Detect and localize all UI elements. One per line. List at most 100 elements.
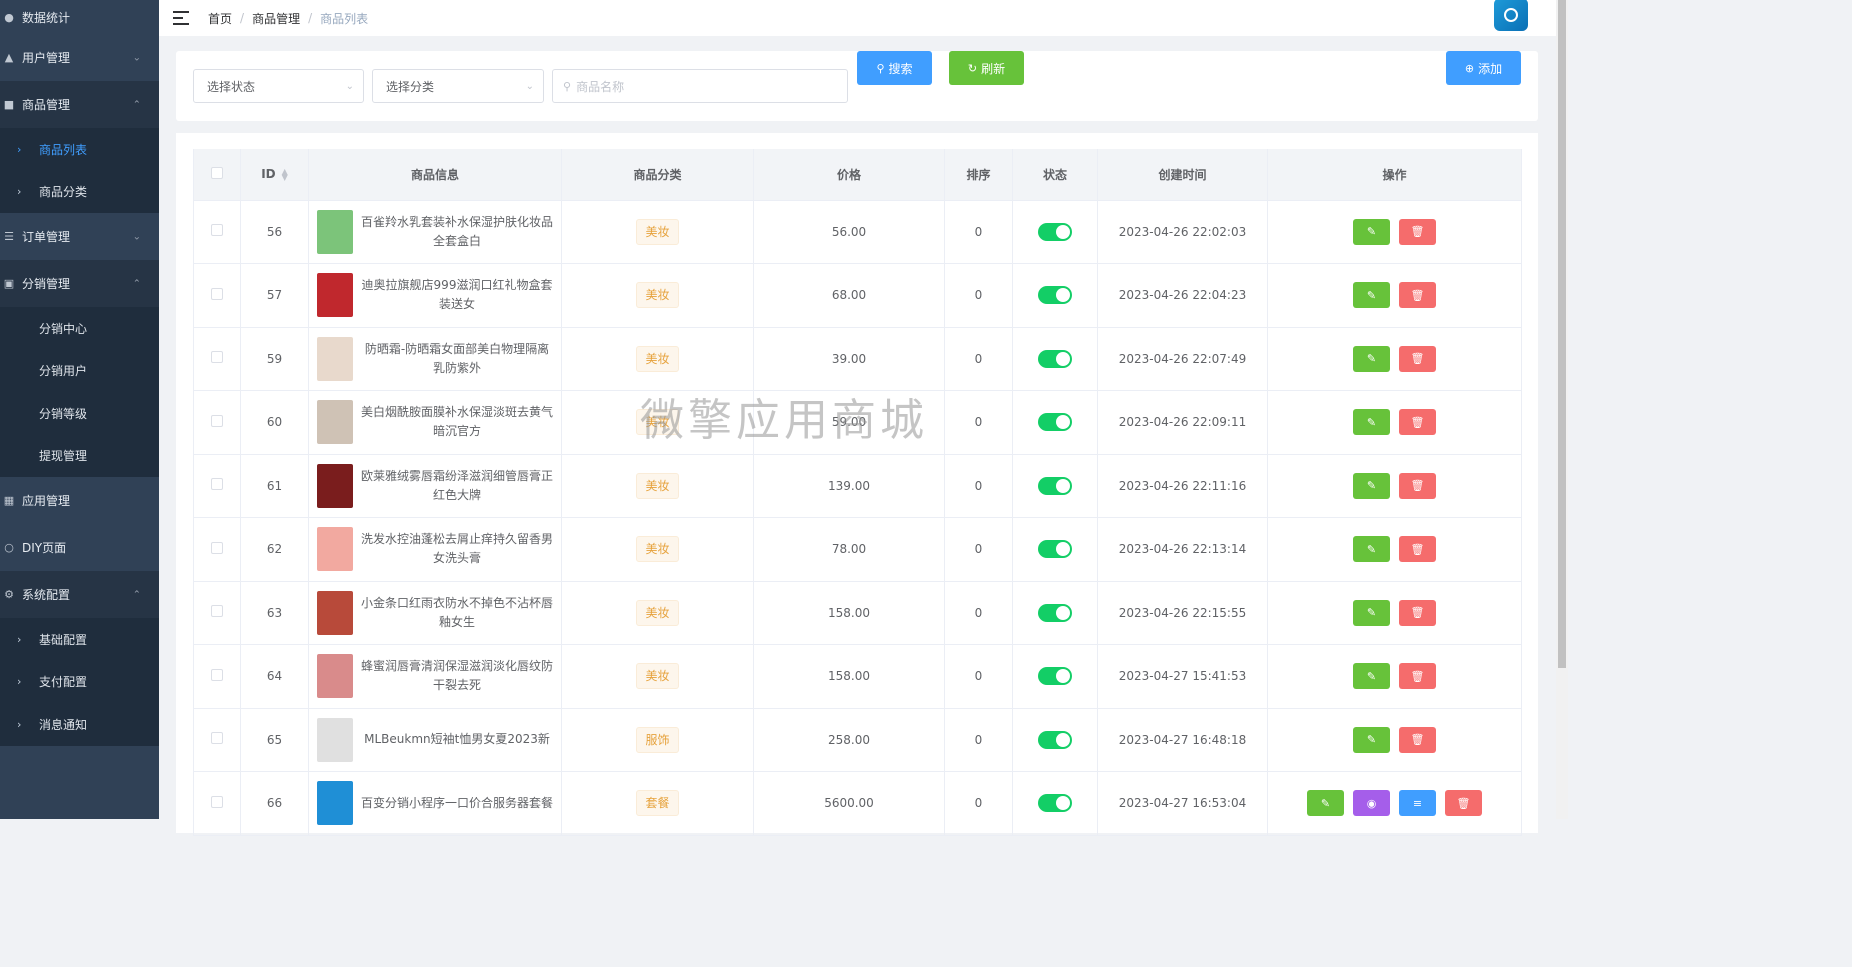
row-select-cell[interactable] <box>193 263 241 328</box>
status-toggle[interactable] <box>1038 667 1072 686</box>
edit-button[interactable]: ✎ <box>1353 599 1390 626</box>
edit-button[interactable]: ✎ <box>1353 218 1390 245</box>
edit-button[interactable]: ✎ <box>1353 409 1390 436</box>
plus-circle-icon: ⊕ <box>1464 61 1475 75</box>
edit-button[interactable]: ✎ <box>1307 790 1344 817</box>
delete-button[interactable]: 🗑 <box>1399 536 1436 563</box>
status-toggle[interactable] <box>1038 222 1072 241</box>
edit-button[interactable]: ✎ <box>1353 282 1390 309</box>
status-cell <box>1012 263 1098 328</box>
sidebar-item-withdraw[interactable]: 提现管理 <box>0 435 159 478</box>
checkbox[interactable] <box>211 351 223 364</box>
menu-item-diy[interactable]: ○ DIY页面 <box>0 524 159 571</box>
menu-item-stats[interactable]: ● 数据统计 <box>0 0 159 34</box>
sort-icon[interactable]: ▲ ▼ <box>282 167 288 181</box>
sidebar-item-goods-category[interactable]: › 商品分类 <box>0 171 159 214</box>
product-name: 小金条口红雨衣防水不掉色不沾杯唇釉女生 <box>361 595 554 629</box>
delete-button[interactable]: 🗑 <box>1445 790 1482 817</box>
delete-button[interactable]: 🗑 <box>1399 726 1436 753</box>
refresh-button[interactable]: ↻ 刷新 <box>949 51 1024 85</box>
checkbox[interactable] <box>211 414 223 427</box>
view-button[interactable]: ◉ <box>1353 790 1390 817</box>
status-toggle[interactable] <box>1038 540 1072 559</box>
status-toggle[interactable] <box>1038 286 1072 305</box>
specs-button[interactable]: ≡ <box>1399 790 1436 817</box>
sidebar-item-dist-center[interactable]: 分销中心 <box>0 307 159 350</box>
delete-button[interactable]: 🗑 <box>1399 663 1436 690</box>
pencil-icon: ✎ <box>1366 606 1377 620</box>
row-select-cell[interactable] <box>193 517 241 582</box>
checkbox[interactable] <box>211 668 223 681</box>
row-sort: 0 <box>944 327 1013 391</box>
edit-button[interactable]: ✎ <box>1353 345 1390 372</box>
row-select-cell[interactable] <box>193 708 241 772</box>
breadcrumb-home[interactable]: 首页 <box>208 10 232 27</box>
checkbox[interactable] <box>211 224 223 237</box>
sidebar-item-goods-list[interactable]: › 商品列表 <box>0 128 159 171</box>
edit-button[interactable]: ✎ <box>1353 663 1390 690</box>
sidebar-item-pay-config[interactable]: › 支付配置 <box>0 661 159 704</box>
category-select[interactable]: 选择分类 ⌄ <box>372 69 544 103</box>
menu-label: DIY页面 <box>22 541 67 555</box>
checkbox[interactable] <box>211 541 223 554</box>
sidebar-item-notifications[interactable]: › 消息通知 <box>0 703 159 746</box>
breadcrumb-separator: / <box>240 11 245 25</box>
avatar[interactable] <box>1494 0 1528 31</box>
delete-button[interactable]: 🗑 <box>1399 218 1436 245</box>
header-id[interactable]: ID ▲ ▼ <box>240 149 309 201</box>
delete-button[interactable]: 🗑 <box>1399 345 1436 372</box>
status-toggle[interactable] <box>1038 794 1072 813</box>
header-select-all[interactable] <box>193 149 241 201</box>
menu-item-distribution[interactable]: ▣ 分销管理 ⌃ <box>0 260 159 307</box>
row-select-cell[interactable] <box>193 771 241 836</box>
status-toggle[interactable] <box>1038 476 1072 495</box>
row-actions: ✎ 🗑 <box>1268 282 1521 309</box>
row-select-cell[interactable] <box>193 644 241 709</box>
status-cell <box>1012 517 1098 582</box>
checkbox[interactable] <box>211 732 223 745</box>
add-button[interactable]: ⊕ 添加 <box>1446 51 1521 85</box>
checkbox[interactable] <box>211 605 223 618</box>
pencil-icon: ✎ <box>1366 352 1377 366</box>
row-select-cell[interactable] <box>193 454 241 518</box>
chevron-up-icon: ⌃ <box>132 99 141 110</box>
row-select-cell[interactable] <box>193 200 241 264</box>
edit-button[interactable]: ✎ <box>1353 472 1390 499</box>
delete-button[interactable]: 🗑 <box>1399 472 1436 499</box>
menu-item-apps[interactable]: ▦ 应用管理 <box>0 477 159 524</box>
sidebar-item-dist-levels[interactable]: 分销等级 <box>0 392 159 435</box>
menu-item-goods[interactable]: ■ 商品管理 ⌃ <box>0 81 159 128</box>
delete-button[interactable]: 🗑 <box>1399 282 1436 309</box>
submenu-distribution: 分销中心 分销用户 分销等级 提现管理 <box>0 307 159 477</box>
status-select[interactable]: 选择状态 ⌄ <box>193 69 364 103</box>
search-button[interactable]: ⚲ 搜索 <box>857 51 932 85</box>
row-select-cell[interactable] <box>193 390 241 455</box>
status-toggle[interactable] <box>1038 413 1072 432</box>
product-name-input[interactable]: ⚲ 商品名称 <box>552 69 848 103</box>
scrollbar-thumb[interactable] <box>1558 0 1566 668</box>
menu-item-users[interactable]: ▲ 用户管理 ⌄ <box>0 34 159 81</box>
checkbox[interactable] <box>211 478 223 491</box>
hamburger-icon[interactable] <box>173 11 189 25</box>
status-toggle[interactable] <box>1038 730 1072 749</box>
edit-button[interactable]: ✎ <box>1353 536 1390 563</box>
menu-item-settings[interactable]: ⚙ 系统配置 ⌃ <box>0 571 159 618</box>
delete-button[interactable]: 🗑 <box>1399 599 1436 626</box>
status-toggle[interactable] <box>1038 603 1072 622</box>
row-select-cell[interactable] <box>193 327 241 391</box>
sidebar-item-dist-users[interactable]: 分销用户 <box>0 350 159 393</box>
sidebar-item-basic-config[interactable]: › 基础配置 <box>0 618 159 661</box>
checkbox[interactable] <box>211 287 223 300</box>
category-select-value: 选择分类 <box>386 79 435 94</box>
checkbox[interactable] <box>211 166 223 179</box>
table-row: 60 美白烟酰胺面膜补水保湿淡斑去黄气暗沉官方 美妆 59.00 0 2023-04-26… <box>193 390 1522 455</box>
edit-button[interactable]: ✎ <box>1353 726 1390 753</box>
product-thumbnail <box>317 717 353 762</box>
row-select-cell[interactable] <box>193 581 241 645</box>
breadcrumb-goods[interactable]: 商品管理 <box>252 10 300 27</box>
delete-button[interactable]: 🗑 <box>1399 409 1436 436</box>
page-scrollbar[interactable] <box>1556 0 1568 819</box>
menu-item-orders[interactable]: ☰ 订单管理 ⌄ <box>0 213 159 260</box>
checkbox[interactable] <box>211 795 223 808</box>
status-toggle[interactable] <box>1038 349 1072 368</box>
